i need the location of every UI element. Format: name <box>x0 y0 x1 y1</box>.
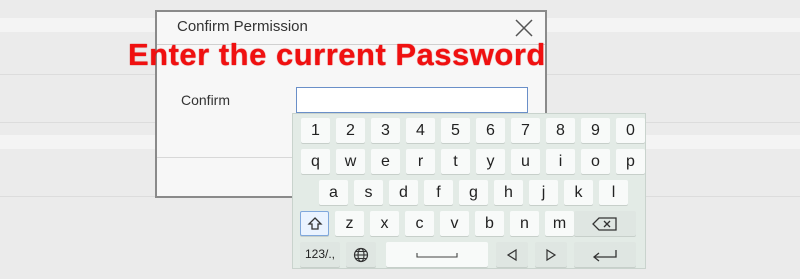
language-key[interactable] <box>346 242 376 267</box>
key-a[interactable]: a <box>319 180 348 205</box>
key-9[interactable]: 9 <box>581 118 610 143</box>
key-u[interactable]: u <box>511 149 540 174</box>
key-q[interactable]: q <box>301 149 330 174</box>
key-1[interactable]: 1 <box>301 118 330 143</box>
confirm-password-input[interactable] <box>296 87 528 113</box>
space-key[interactable] <box>386 242 488 267</box>
key-i[interactable]: i <box>546 149 575 174</box>
on-screen-keyboard: 1234567890 qwertyuiop asdfghjkl zxcvbnm … <box>292 113 646 269</box>
overlay-caption: Enter the current Password <box>128 37 546 72</box>
key-2[interactable]: 2 <box>336 118 365 143</box>
key-k[interactable]: k <box>564 180 593 205</box>
arrow-left-icon <box>506 248 517 261</box>
close-icon <box>515 19 533 37</box>
confirm-label: Confirm <box>181 92 231 108</box>
key-p[interactable]: p <box>616 149 645 174</box>
enter-key[interactable] <box>574 242 636 267</box>
key-s[interactable]: s <box>354 180 383 205</box>
dialog-title: Confirm Permission <box>177 18 308 35</box>
backspace-icon <box>592 217 617 231</box>
backspace-key[interactable] <box>574 211 636 236</box>
key-0[interactable]: 0 <box>616 118 645 143</box>
key-g[interactable]: g <box>459 180 488 205</box>
key-c[interactable]: c <box>405 211 434 236</box>
key-7[interactable]: 7 <box>511 118 540 143</box>
close-button[interactable] <box>513 17 535 39</box>
key-h[interactable]: h <box>494 180 523 205</box>
shift-key[interactable] <box>300 211 329 236</box>
key-j[interactable]: j <box>529 180 558 205</box>
key-5[interactable]: 5 <box>441 118 470 143</box>
key-m[interactable]: m <box>545 211 574 236</box>
key-t[interactable]: t <box>441 149 470 174</box>
left-arrow-key[interactable] <box>496 242 528 267</box>
mode-switch-key[interactable]: 123/., <box>300 242 340 267</box>
key-l[interactable]: l <box>599 180 628 205</box>
right-arrow-key[interactable] <box>535 242 567 267</box>
key-y[interactable]: y <box>476 149 505 174</box>
key-6[interactable]: 6 <box>476 118 505 143</box>
shift-icon <box>306 216 323 230</box>
key-v[interactable]: v <box>440 211 469 236</box>
space-icon <box>416 252 458 258</box>
key-x[interactable]: x <box>370 211 399 236</box>
key-n[interactable]: n <box>510 211 539 236</box>
key-d[interactable]: d <box>389 180 418 205</box>
key-r[interactable]: r <box>406 149 435 174</box>
arrow-right-icon <box>546 248 557 261</box>
key-f[interactable]: f <box>424 180 453 205</box>
key-e[interactable]: e <box>371 149 400 174</box>
key-z[interactable]: z <box>335 211 364 236</box>
globe-icon <box>353 247 369 262</box>
key-4[interactable]: 4 <box>406 118 435 143</box>
key-3[interactable]: 3 <box>371 118 400 143</box>
key-o[interactable]: o <box>581 149 610 174</box>
key-b[interactable]: b <box>475 211 504 236</box>
key-8[interactable]: 8 <box>546 118 575 143</box>
key-w[interactable]: w <box>336 149 365 174</box>
enter-icon <box>592 249 617 262</box>
